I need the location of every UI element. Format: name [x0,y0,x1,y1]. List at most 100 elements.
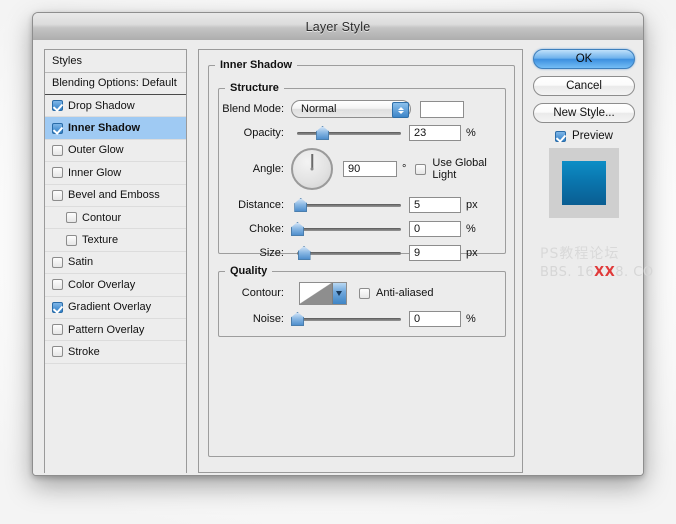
noise-label: Noise: [252,313,284,325]
distance-slider[interactable] [291,198,401,212]
dialog-title: Layer Style [305,19,371,34]
choke-input[interactable]: 0 [409,221,461,237]
shadow-color-swatch[interactable] [420,100,464,118]
inner-shadow-group-title: Inner Shadow [220,59,293,71]
choke-row: Choke: 0 % [219,218,505,240]
style-enable-checkbox[interactable] [52,346,63,358]
preview-label: Preview [572,130,613,142]
opacity-slider[interactable] [291,126,401,140]
distance-label: Distance: [238,199,284,211]
angle-row: Angle: 90 ° Use Global Light [219,146,505,192]
style-enable-checkbox[interactable] [52,122,63,134]
sidebar-item-label: Color Overlay [68,278,136,291]
choke-slider-track [297,228,401,231]
angle-label: Angle: [252,163,284,175]
opacity-slider-thumb[interactable] [316,126,330,140]
style-enable-checkbox[interactable] [52,279,63,291]
contour-preset-select[interactable] [299,281,347,305]
sidebar-item-satin[interactable]: Satin [45,251,186,275]
size-unit: px [466,247,478,259]
style-enable-checkbox[interactable] [52,189,63,201]
anti-aliased-label: Anti-aliased [376,287,434,299]
sidebar-item-drop-shadow[interactable]: Drop Shadow [45,95,186,118]
use-global-light-checkbox[interactable] [415,163,427,175]
blend-mode-row: Blend Mode: Normal [219,98,505,120]
noise-slider-track [297,318,401,321]
angle-input[interactable]: 90 [343,161,397,177]
angle-unit: ° [402,163,407,175]
style-enable-checkbox[interactable] [52,144,63,156]
distance-slider-thumb[interactable] [294,198,308,212]
size-slider[interactable] [291,246,401,260]
size-label: Size: [259,247,284,259]
preview-toggle-row[interactable]: Preview [533,130,635,142]
style-enable-checkbox[interactable] [52,301,63,313]
size-slider-thumb[interactable] [297,246,311,260]
blend-mode-value: Normal [301,103,337,115]
distance-slider-track [297,204,401,207]
chevron-updown-icon[interactable] [392,102,409,118]
quality-group: Quality Contour: Anti-aliased Noise: 0 % [218,265,506,337]
use-global-light-label: Use Global Light [432,157,487,181]
sidebar-item-bevel-and-emboss[interactable]: Bevel and Emboss [45,184,186,207]
sidebar-item-label: Inner Shadow [68,122,141,135]
anti-aliased-row[interactable]: Anti-aliased [359,287,433,299]
distance-input[interactable]: 5 [409,197,461,213]
sidebar-item-label: Inner Glow [68,166,122,179]
sidebar-item-label: Drop Shadow [68,99,135,112]
opacity-input[interactable]: 23 [409,125,461,141]
sidebar-item-gradient-overlay[interactable]: Gradient Overlay [45,296,186,319]
style-enable-checkbox[interactable] [66,234,77,246]
sidebar-item-pattern-overlay[interactable]: Pattern Overlay [45,318,186,342]
use-global-light-row[interactable]: Use Global Light [415,157,505,181]
sidebar-item-outer-glow[interactable]: Outer Glow [45,139,186,163]
ok-button[interactable]: OK [533,49,635,69]
style-enable-checkbox[interactable] [66,212,77,224]
blend-mode-label: Blend Mode: [222,103,284,115]
preview-swatch [562,161,606,205]
style-enable-checkbox[interactable] [52,167,63,179]
sidebar-item-stroke[interactable]: Stroke [45,341,186,364]
choke-label: Choke: [249,223,284,235]
angle-dial-hub [310,167,314,171]
size-row: Size: 9 px [219,242,505,264]
preview-thumbnail [549,148,619,218]
sidebar-item-texture[interactable]: Texture [45,229,186,252]
dialog-titlebar[interactable]: Layer Style [33,13,643,41]
sidebar-item-inner-glow[interactable]: Inner Glow [45,162,186,185]
anti-aliased-checkbox[interactable] [359,287,370,299]
choke-slider-thumb[interactable] [291,222,304,236]
blend-mode-select[interactable]: Normal [291,100,411,118]
styles-list-panel: Styles Blending Options: Default Drop Sh… [44,49,187,475]
sidebar-item-blending-options[interactable]: Blending Options: Default [45,73,186,95]
choke-unit: % [466,223,476,235]
new-style-button[interactable]: New Style... [533,103,635,123]
contour-row: Contour: Anti-aliased [219,280,505,306]
styles-list-filler [45,363,186,475]
style-enable-checkbox[interactable] [52,100,63,112]
sidebar-item-label: Outer Glow [68,144,124,157]
contour-label: Contour: [241,287,284,299]
size-input[interactable]: 9 [409,245,461,261]
sidebar-item-label: Bevel and Emboss [68,189,160,202]
inner-shadow-group: Inner Shadow Structure Blend Mode: Norma… [208,59,515,457]
sidebar-item-color-overlay[interactable]: Color Overlay [45,274,186,297]
sidebar-item-label: Gradient Overlay [68,301,152,314]
sidebar-item-contour[interactable]: Contour [45,206,186,230]
cancel-button[interactable]: Cancel [533,76,635,96]
noise-slider[interactable] [291,312,401,326]
sidebar-item-inner-shadow[interactable]: Inner Shadow [45,117,186,140]
preview-checkbox[interactable] [555,130,567,142]
structure-group-title: Structure [230,82,279,94]
distance-unit: px [466,199,478,211]
style-enable-checkbox[interactable] [52,324,63,336]
choke-slider[interactable] [291,222,401,236]
noise-input[interactable]: 0 [409,311,461,327]
structure-group: Structure Blend Mode: Normal Opacity: 23… [218,82,506,261]
style-enable-checkbox[interactable] [52,256,63,268]
noise-slider-thumb[interactable] [291,312,304,326]
angle-dial[interactable] [291,148,333,190]
distance-row: Distance: 5 px [219,194,505,216]
chevron-down-icon[interactable] [331,282,346,304]
effect-options-panel: Inner Shadow Structure Blend Mode: Norma… [198,49,523,473]
